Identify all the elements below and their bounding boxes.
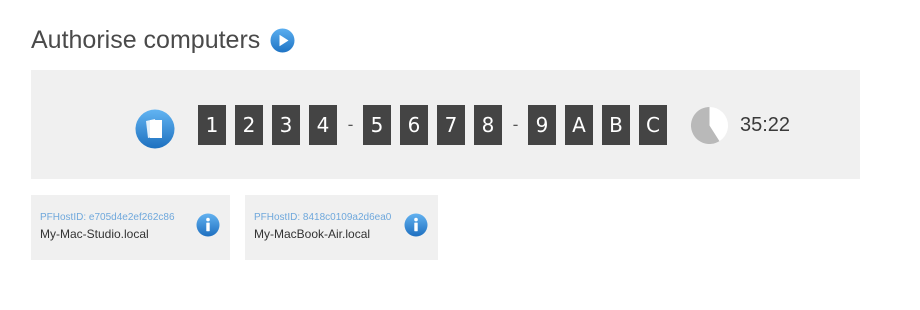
code-character: 8 <box>474 105 502 145</box>
page-title: Authorise computers <box>31 26 261 54</box>
info-icon[interactable] <box>404 213 428 237</box>
code-character: 1 <box>198 105 226 145</box>
code-character: 9 <box>528 105 556 145</box>
page-header: Authorise computers <box>31 24 295 56</box>
code-character: 5 <box>363 105 391 145</box>
host-name: My-MacBook-Air.local <box>254 227 371 241</box>
code-character: A <box>565 105 593 145</box>
code-character: 6 <box>400 105 428 145</box>
code-character: 4 <box>309 105 337 145</box>
countdown-pie-icon <box>690 106 729 145</box>
host-card[interactable]: PFHostID: 8418c0109a2d6ea0 My-MacBook-Ai… <box>245 195 438 260</box>
code-separator: - <box>347 115 354 134</box>
host-id: PFHostID: 8418c0109a2d6ea0 <box>254 212 392 223</box>
code-character: 3 <box>272 105 300 145</box>
code-separator: - <box>512 115 519 134</box>
code-character: C <box>639 105 667 145</box>
host-card[interactable]: PFHostID: e705d4e2ef262c86 My-Mac-Studio… <box>31 195 230 260</box>
code-character: B <box>602 105 630 145</box>
play-circle-icon[interactable] <box>270 28 295 53</box>
host-name: My-Mac-Studio.local <box>40 227 149 241</box>
host-id: PFHostID: e705d4e2ef262c86 <box>40 212 175 223</box>
cards-app-icon <box>135 109 175 149</box>
authorisation-code-panel: 1 2 3 4 - 5 6 7 8 - 9 A B C 35:22 <box>31 70 860 179</box>
countdown-timer: 35:22 <box>740 114 791 136</box>
authorisation-code: 1 2 3 4 - 5 6 7 8 - 9 A B C <box>198 105 667 145</box>
info-icon[interactable] <box>196 213 220 237</box>
code-character: 7 <box>437 105 465 145</box>
code-character: 2 <box>235 105 263 145</box>
